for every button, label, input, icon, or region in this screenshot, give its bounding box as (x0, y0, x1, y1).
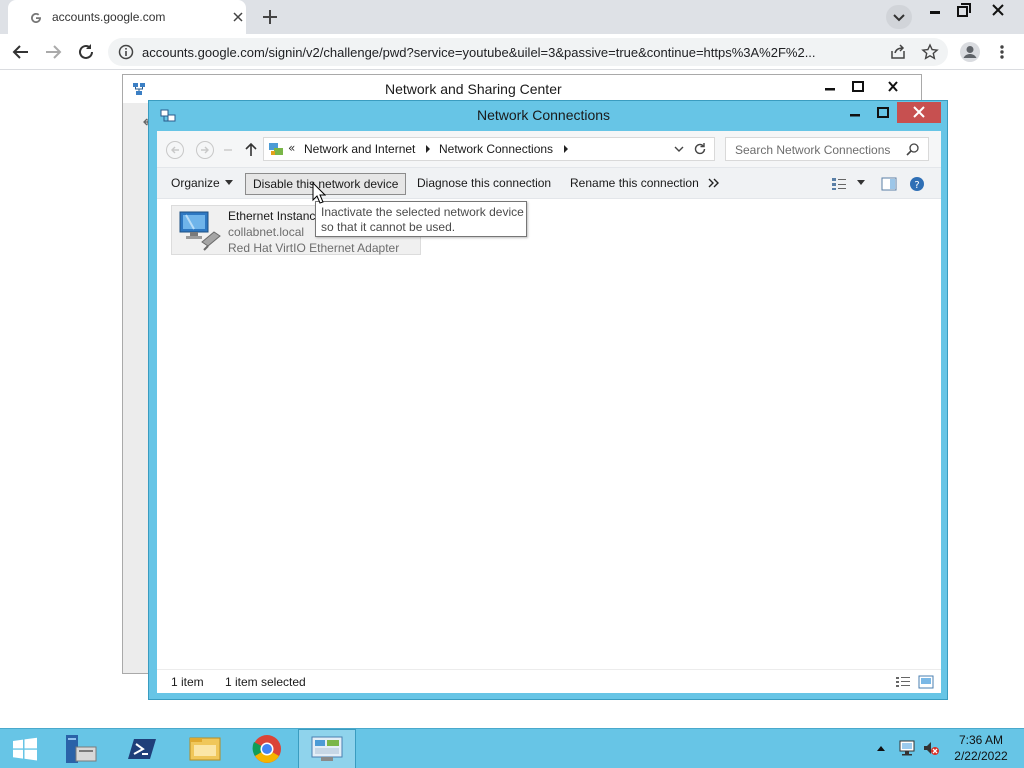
tooltip-text: so that it cannot be used. (321, 220, 456, 234)
chrome-icon[interactable] (238, 729, 296, 768)
minimize-icon[interactable] (841, 103, 869, 123)
network-connections-icon (159, 107, 177, 125)
control-panel-icon (268, 141, 284, 157)
diagnose-connection-button[interactable]: Diagnose this connection (411, 173, 557, 195)
explorer-body: « Network and Internet Network Connectio… (157, 131, 941, 693)
network-connections-taskbar-icon[interactable] (298, 729, 356, 768)
windows-start-icon[interactable] (0, 729, 50, 768)
svg-text:?: ? (914, 180, 919, 191)
clock-date[interactable]: 2/22/2022 (950, 749, 1012, 763)
forward-icon[interactable] (195, 140, 215, 160)
selected-count: 1 item selected (225, 675, 306, 689)
maximize-icon[interactable] (869, 103, 897, 123)
sound-muted-icon[interactable] (922, 739, 940, 757)
mouse-cursor-icon (312, 182, 326, 204)
browser-tabstrip: accounts.google.com (0, 0, 1024, 34)
item-count: 1 item (171, 675, 204, 689)
url-text[interactable]: accounts.google.com/signin/v2/challenge/… (142, 45, 816, 60)
tab-title: accounts.google.com (52, 10, 166, 24)
browser-restore-icon[interactable] (950, 0, 976, 22)
window-title: Network and Sharing Center (385, 81, 562, 97)
close-icon[interactable] (873, 78, 913, 96)
connection-adapter: Red Hat VirtIO Ethernet Adapter (228, 241, 400, 255)
address-dropdown-icon[interactable] (672, 143, 686, 155)
google-favicon-icon (28, 9, 44, 25)
recent-locations-icon[interactable] (221, 140, 235, 160)
back-arrow-icon[interactable] (8, 39, 34, 65)
rename-connection-button[interactable]: Rename this connection (564, 173, 705, 195)
preview-pane-icon[interactable] (881, 176, 897, 192)
forward-arrow-icon[interactable] (40, 39, 66, 65)
address-overflow[interactable]: « (288, 141, 295, 155)
command-bar: Organize Disable this network device Dia… (157, 167, 941, 199)
site-info-icon[interactable] (118, 44, 134, 60)
back-icon[interactable] (165, 140, 185, 160)
connection-list: Ethernet Instanc collabnet.local Red Hat… (157, 199, 941, 669)
details-view-icon[interactable] (895, 675, 911, 689)
search-icon[interactable] (906, 142, 920, 156)
close-icon[interactable] (897, 102, 941, 123)
network-tray-icon[interactable] (898, 739, 916, 757)
network-center-icon (131, 81, 147, 97)
browser-minimize-icon[interactable] (922, 0, 948, 22)
nsc-side-panel (123, 103, 149, 673)
change-view-icon[interactable] (831, 177, 847, 191)
bookmark-star-icon[interactable] (921, 43, 939, 61)
address-breadcrumb[interactable]: « Network and Internet Network Connectio… (263, 137, 715, 161)
up-arrow-icon[interactable] (243, 140, 259, 160)
new-tab-icon[interactable] (258, 5, 282, 29)
refresh-icon[interactable] (692, 141, 708, 157)
minimize-icon[interactable] (817, 78, 843, 96)
server-manager-icon[interactable] (52, 729, 110, 768)
breadcrumb-arrow-icon[interactable] (424, 144, 432, 154)
breadcrumb-arrow-icon[interactable] (562, 144, 570, 154)
more-commands-icon[interactable] (707, 178, 721, 188)
help-icon[interactable]: ? (909, 176, 925, 192)
connection-domain: collabnet.local (228, 225, 305, 239)
chevron-down-icon[interactable] (857, 180, 865, 186)
profile-avatar-icon[interactable] (959, 41, 981, 63)
clock-time[interactable]: 7:36 AM (958, 733, 1004, 747)
browser-close-icon[interactable] (978, 0, 1018, 22)
tab-close-icon[interactable] (230, 9, 246, 25)
window-title: Network Connections (477, 107, 611, 123)
browser-menu-icon[interactable] (994, 43, 1010, 61)
tooltip: Inactivate the selected network device s… (315, 201, 527, 237)
powershell-icon[interactable] (114, 729, 172, 768)
share-icon[interactable] (889, 43, 907, 61)
network-connections-window[interactable]: Network Connections « Network and Intern… (148, 100, 948, 700)
status-bar: 1 item 1 item selected (157, 669, 941, 693)
maximize-icon[interactable] (845, 78, 871, 96)
browser-tab[interactable]: accounts.google.com (8, 0, 246, 34)
breadcrumb-network-connections[interactable]: Network Connections (439, 142, 553, 156)
file-explorer-icon[interactable] (176, 729, 234, 768)
reload-icon[interactable] (73, 39, 99, 65)
tooltip-text: Inactivate the selected network device (321, 205, 524, 219)
large-icons-view-icon[interactable] (918, 675, 934, 689)
show-hidden-icons-icon[interactable] (876, 744, 886, 752)
connection-name: Ethernet Instanc (228, 209, 316, 223)
search-input[interactable]: Search Network Connections (735, 143, 890, 157)
network-adapter-icon (176, 208, 224, 252)
chevron-down-icon[interactable] (225, 180, 233, 186)
organize-button[interactable]: Organize (165, 173, 226, 195)
navigation-bar: « Network and Internet Network Connectio… (157, 131, 941, 167)
taskbar: 7:36 AM 2/22/2022 (0, 728, 1024, 768)
search-box[interactable]: Search Network Connections (725, 137, 929, 161)
tab-search-icon[interactable] (886, 5, 912, 29)
nsc-titlebar[interactable]: Network and Sharing Center (123, 75, 921, 103)
breadcrumb-network-internet[interactable]: Network and Internet (304, 142, 415, 156)
